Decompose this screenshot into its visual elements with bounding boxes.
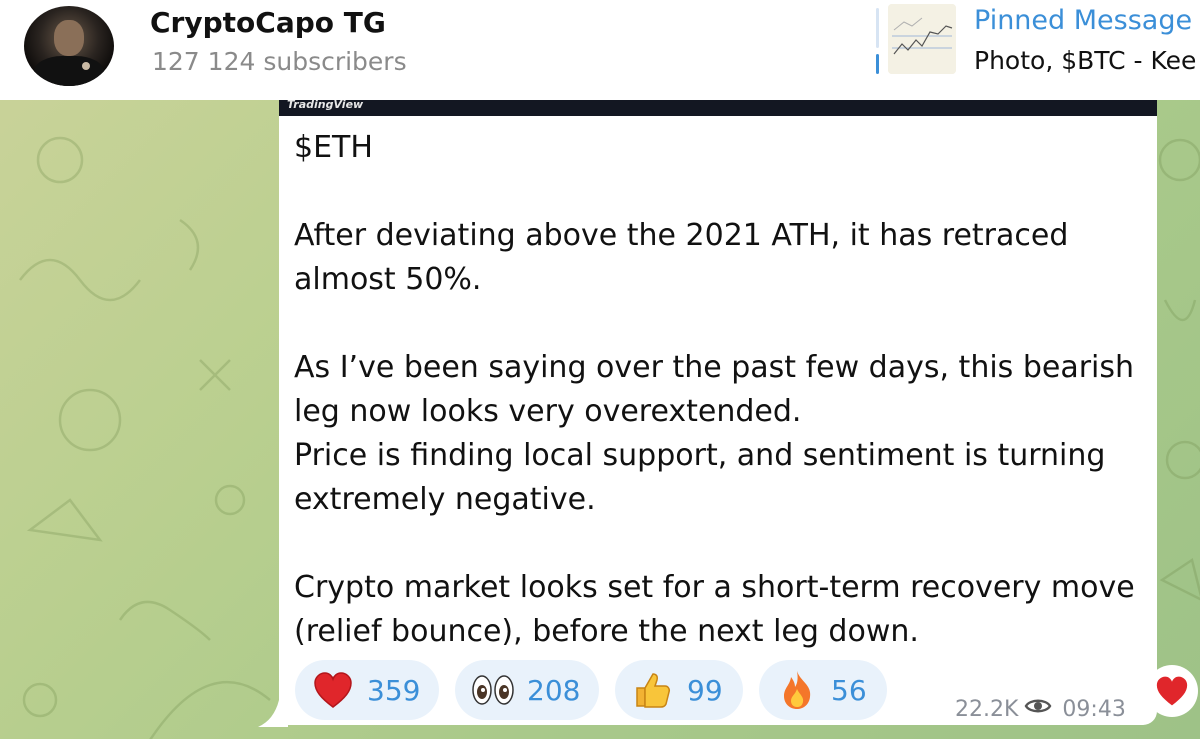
avatar-face — [54, 20, 84, 56]
message-meta: 22.2K 09:43 — [955, 696, 1126, 722]
reaction-count: 359 — [367, 673, 421, 707]
channel-name[interactable]: CryptoCapo TG — [150, 6, 386, 39]
eyes-icon — [471, 668, 515, 712]
reaction-count: 56 — [831, 673, 867, 707]
chat-header: CryptoCapo TG 127 124 subscribers Pinned… — [0, 0, 1200, 100]
reaction-fire-button[interactable]: 56 — [759, 660, 887, 720]
red-heart-icon — [311, 668, 355, 712]
message-text: $ETH After deviating above the 2021 ATH,… — [294, 126, 1144, 654]
pinned-message-preview[interactable]: Photo, $BTC - Kee — [974, 46, 1200, 75]
message-paragraph: After deviating above the 2021 ATH, it h… — [294, 218, 1069, 297]
message-bubble[interactable]: TradingView $ETH After deviating above t… — [279, 98, 1157, 725]
avatar-rose — [82, 62, 90, 70]
reaction-count: 99 — [687, 673, 723, 707]
reaction-count: 208 — [527, 673, 581, 707]
message-ticker: $ETH — [294, 130, 373, 165]
quick-reaction-button[interactable] — [1146, 665, 1198, 717]
message-paragraph: As I’ve been saying over the past few da… — [294, 350, 1135, 429]
pinned-message-title[interactable]: Pinned Message — [974, 5, 1192, 36]
message-paragraph: Price is finding local support, and sent… — [294, 438, 1106, 517]
reaction-heart-button[interactable]: 359 — [295, 660, 439, 720]
message-time: 09:43 — [1062, 696, 1126, 722]
message-paragraph: Crypto market looks set for a short-term… — [294, 570, 1135, 649]
subscriber-count: 127 124 subscribers — [152, 47, 407, 76]
attached-chart-image[interactable]: TradingView — [279, 98, 1157, 116]
thumbs-up-icon — [631, 668, 675, 712]
channel-avatar[interactable] — [24, 6, 114, 86]
fire-icon — [775, 668, 819, 712]
red-heart-icon — [1156, 676, 1188, 706]
tradingview-logo: TradingView — [287, 98, 364, 111]
pinned-thumbnail[interactable] — [888, 4, 956, 74]
pinned-indicator — [876, 8, 880, 74]
eye-icon — [1024, 696, 1052, 722]
reaction-eyes-button[interactable]: 208 — [455, 660, 599, 720]
view-count: 22.2K — [955, 696, 1019, 722]
chart-thumbnail-icon — [888, 4, 956, 74]
avatar-suit — [34, 56, 104, 86]
reaction-thumbs-up-button[interactable]: 99 — [615, 660, 743, 720]
